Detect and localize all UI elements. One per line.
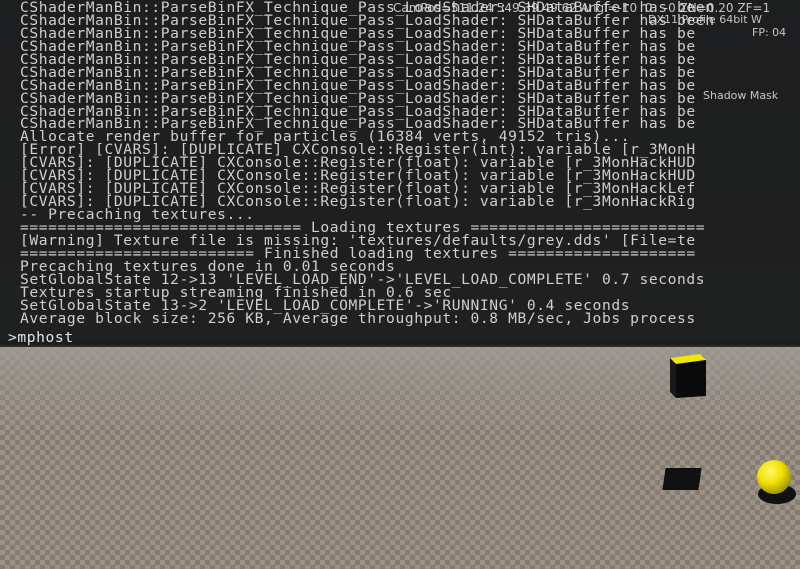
hud-shadow-mask: Shadow Mask <box>703 89 779 102</box>
developer-console[interactable]: CShaderManBin::ParseBinFX_Technique_Pass… <box>0 0 800 346</box>
console-input[interactable]: >mphost <box>8 330 74 345</box>
yellow-cube <box>670 354 706 398</box>
console-divider <box>0 345 800 347</box>
yellow-sphere <box>757 460 791 494</box>
console-line: Average block size: 256 KB, Average thro… <box>20 309 696 327</box>
cube-shadow <box>662 468 702 490</box>
hud-render-profile: DX11 Profile 64bit W <box>648 13 762 26</box>
console-log: CShaderManBin::ParseBinFX_Technique_Pass… <box>20 0 715 327</box>
hud-fps: FP: 04 <box>752 26 787 39</box>
